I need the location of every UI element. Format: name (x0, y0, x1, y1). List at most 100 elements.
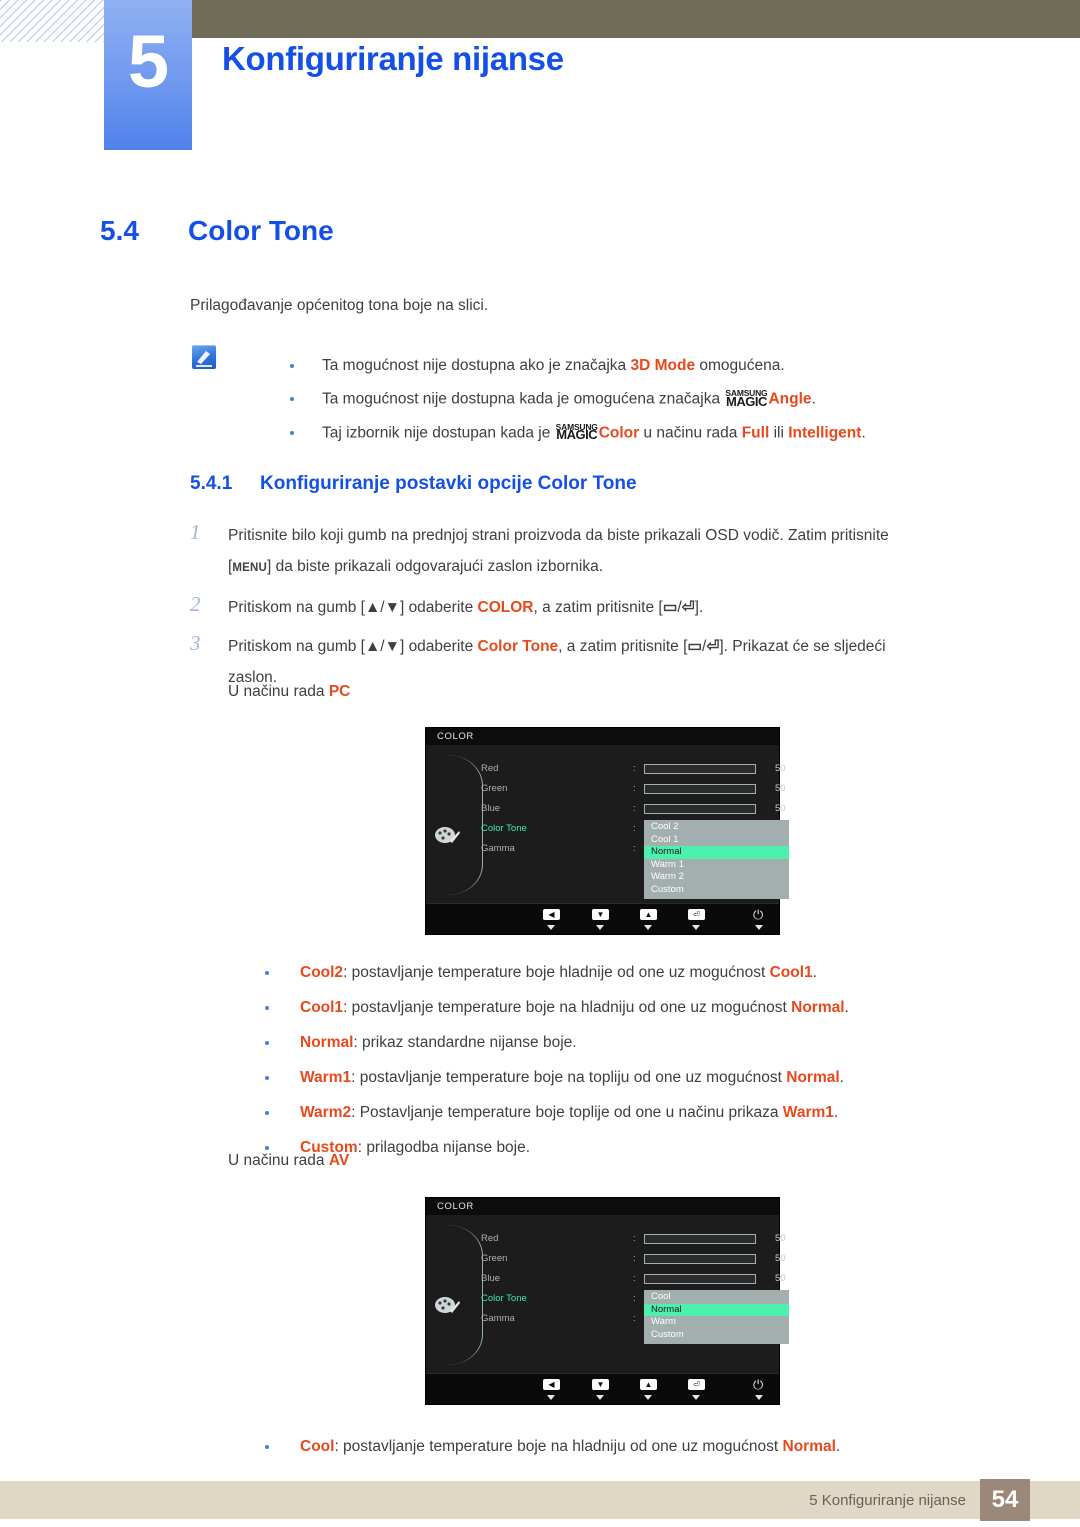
osd-left-button-icon[interactable]: ◀ (543, 909, 560, 920)
osd-left-glyph: ◀ (548, 1379, 555, 1389)
option-cool2-desc: : postavljanje temperature boje hladnije… (343, 964, 770, 981)
dropdown-item-normal[interactable]: Normal (644, 1303, 789, 1316)
osd-pc-row-1-slider[interactable] (644, 784, 756, 794)
source-key-icon: ▭ (687, 638, 703, 655)
section-title: Color Tone (188, 215, 334, 246)
osd-power-caret-icon (755, 925, 763, 930)
osd-row-blue[interactable]: Blue : 50 (481, 799, 786, 819)
osd-left-caret-icon (547, 1395, 555, 1400)
palette-icon (434, 1295, 460, 1317)
dropdown-item-warm[interactable]: Warm (644, 1316, 789, 1329)
option-cool2-ref: Cool1 (769, 964, 813, 981)
osd-pc-row-0-value: 50 (775, 763, 786, 774)
note-3-term2: Full (741, 424, 770, 441)
osd-row-blue[interactable]: Blue : 50 (481, 1269, 786, 1289)
osd-av-footer: ◀ ▼ ▲ ⏎ ⏻ (426, 1373, 779, 1404)
option-normal-desc: : prikaz standardne nijanse boje. (353, 1034, 577, 1051)
osd-av-color-tone-dropdown[interactable]: Cool Normal Warm Custom (644, 1290, 789, 1344)
osd-up-glyph: ▲ (644, 909, 653, 919)
osd-pc-body: Red : 50 Green : 50 Blue : 50 Color Tone… (426, 745, 789, 904)
option-cool1: Cool1: postavljanje temperature boje na … (255, 997, 1075, 1019)
osd-pc-row-1-value: 50 (775, 783, 786, 794)
section-number: 5.4 (100, 215, 139, 246)
osd-av-row-0-value: 50 (775, 1233, 786, 1244)
option-cool-desc: : postavljanje temperature boje na hladn… (334, 1438, 783, 1455)
note-2-term: Angle (768, 390, 812, 408)
osd-av-row-1-slider[interactable] (644, 1254, 756, 1264)
osd-pc-row-0-label: Red (481, 763, 499, 774)
osd-enter-button-icon[interactable]: ⏎ (688, 909, 705, 920)
power-icon[interactable]: ⏻ (753, 1378, 763, 1391)
note-list: Ta mogućnost nije dostupna ako je značaj… (240, 356, 1060, 456)
osd-pc-row-2-colon: : (633, 803, 636, 814)
osd-pc-row-2-label: Blue (481, 803, 501, 814)
mode-pc-label: PC (328, 683, 351, 700)
osd-pc-title: COLOR (426, 728, 779, 745)
dropdown-item-warm2[interactable]: Warm 2 (644, 871, 789, 884)
power-icon[interactable]: ⏻ (753, 908, 763, 921)
osd-up-button-icon[interactable]: ▲ (640, 1379, 657, 1390)
osd-pc-row-4-colon: : (633, 843, 636, 854)
samsung-magic-logo: SAMSUNG MAGIC (725, 389, 767, 407)
osd-pc-footer: ◀ ▼ ▲ ⏎ ⏻ (426, 903, 779, 934)
note-3-term: Color (598, 424, 640, 441)
osd-pc-row-2-slider[interactable] (644, 804, 756, 814)
note-2-post: . (811, 390, 816, 408)
osd-row-red[interactable]: Red : 50 (481, 759, 786, 779)
osd-av-row-2-slider[interactable] (644, 1274, 756, 1284)
dropdown-item-cool[interactable]: Cool (644, 1291, 789, 1304)
osd-row-red[interactable]: Red : 50 (481, 1229, 786, 1249)
option-warm2: Warm2: Postavljanje temperature boje top… (255, 1102, 1075, 1124)
magic-bottom-text: MAGIC (556, 427, 598, 442)
osd-av-row-3-label: Color Tone (481, 1293, 527, 1304)
step-3-a: Pritiskom na gumb [▲/▼] odaberite (228, 638, 478, 655)
palette-icon (434, 825, 460, 847)
step-1-line-1: Pritisnite bilo koji gumb na prednjoj st… (228, 527, 889, 544)
osd-up-button-icon[interactable]: ▲ (640, 909, 657, 920)
osd-down-button-icon[interactable]: ▼ (592, 909, 609, 920)
source-key-icon: ▭ (662, 599, 678, 616)
option-cool2-end: . (812, 964, 817, 981)
option-warm2-end: . (833, 1104, 839, 1121)
mode-av-label: AV (328, 1152, 350, 1169)
osd-pc-row-0-slider[interactable] (644, 764, 756, 774)
option-warm1: Warm1: postavljanje temperature boje na … (255, 1067, 1075, 1089)
dropdown-item-normal[interactable]: Normal (644, 846, 789, 859)
note-1-post: omogućena. (695, 357, 785, 374)
dropdown-item-custom[interactable]: Custom (644, 1329, 789, 1342)
osd-av-row-0-slider[interactable] (644, 1234, 756, 1244)
osd-row-green[interactable]: Green : 50 (481, 1249, 786, 1269)
osd-down-caret-icon (596, 1395, 604, 1400)
dropdown-item-warm1[interactable]: Warm 1 (644, 859, 789, 872)
option-warm1-term: Warm1 (300, 1069, 352, 1086)
osd-pc-row-3-label: Color Tone (481, 823, 527, 834)
chapter-title: Konfiguriranje nijanse (222, 40, 564, 77)
osd-pc-row-2-value: 50 (775, 803, 786, 814)
osd-left-button-icon[interactable]: ◀ (543, 1379, 560, 1390)
note-3-mid2: ili (769, 424, 789, 441)
osd-enter-button-icon[interactable]: ⏎ (688, 1379, 705, 1390)
osd-down-caret-icon (596, 925, 604, 930)
osd-screenshot-pc: COLOR Red : 50 Green : 50 Blue: 50 Colo… (425, 727, 789, 935)
option-list-pc: Cool2: postavljanje temperature boje hla… (215, 962, 1075, 1172)
osd-av-row-2-value: 50 (775, 1273, 786, 1284)
osd-enter-glyph: ⏎ (693, 1379, 700, 1389)
osd-down-button-icon[interactable]: ▼ (592, 1379, 609, 1390)
osd-row-green[interactable]: Green : 50 (481, 779, 786, 799)
option-warm1-ref: Normal (786, 1069, 840, 1086)
step-1-line-2: [MENU] da biste prikazali odgovarajući z… (228, 553, 1020, 582)
dropdown-item-cool2[interactable]: Cool 2 (644, 821, 789, 834)
osd-av-title: COLOR (426, 1198, 779, 1215)
osd-down-glyph: ▼ (596, 909, 605, 919)
step-2-a: Pritiskom na gumb [▲/▼] odaberite (228, 599, 478, 616)
step-2-index: 2 (190, 592, 201, 616)
osd-pc-color-tone-dropdown[interactable]: Cool 2 Cool 1 Normal Warm 1 Warm 2 Custo… (644, 820, 789, 899)
footer: 5 Konfiguriranje nijanse 54 (0, 1479, 1080, 1527)
note-1-pre: Ta mogućnost nije dostupna ako je značaj… (322, 357, 631, 374)
step-3-index: 3 (190, 631, 201, 655)
note-item-magic-angle: Ta mogućnost nije dostupna kada je omogu… (280, 389, 1060, 410)
dropdown-item-cool1[interactable]: Cool 1 (644, 834, 789, 847)
osd-power-caret-icon (755, 1395, 763, 1400)
option-cool: Cool: postavljanje temperature boje na h… (255, 1436, 1075, 1458)
dropdown-item-custom[interactable]: Custom (644, 884, 789, 897)
